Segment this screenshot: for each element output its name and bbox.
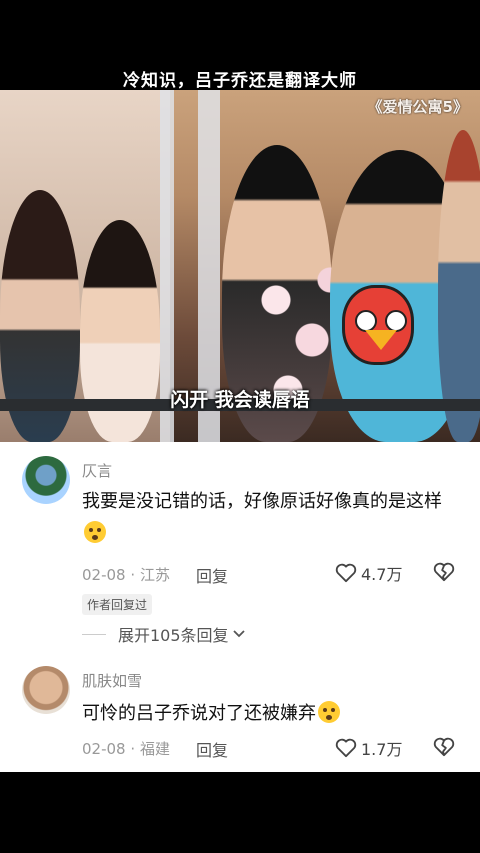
avatar[interactable] [22,666,70,714]
comment-date: 02-08 [82,566,126,584]
comment-meta: 02-08 · 江苏 [82,564,170,585]
video-title: 冷知识，吕子乔还是翻译大师 [123,71,357,91]
comment-location: 江苏 [139,566,170,584]
expand-replies-button[interactable]: 展开105条回复 [82,622,246,646]
comment-location: 福建 [139,740,170,758]
comment-meta: 02-08 · 福建 [82,738,170,759]
divider [82,633,106,635]
reply-button[interactable]: 回复 [196,737,228,761]
author-replied-badge: 作者回复过 [82,594,153,615]
bottom-bar [0,772,480,853]
comment-text-body: 我要是没记错的话，好像原话好像真的是这样 [82,491,442,512]
comment-section: 仄言 我要是没记错的话，好像原话好像真的是这样 02-08 · 江苏 回复 4.… [0,442,480,772]
meta-separator: · [130,566,136,584]
comment-username[interactable]: 肌肤如雪 [82,670,142,691]
comment-text-body: 可怜的吕子乔说对了还被嫌弃 [82,703,316,724]
chevron-down-icon [232,630,245,638]
broken-heart-icon[interactable] [433,737,455,757]
video-subtitle: 闪开 我会读唇语 [170,389,310,411]
comment-text: 我要是没记错的话，好像原话好像真的是这样 [82,486,452,550]
angry-bird-shirt-print [342,285,414,365]
heart-icon [335,738,357,758]
expand-replies-label: 展开105条回复 [118,626,229,645]
reply-button[interactable]: 回复 [196,563,228,587]
top-bar: 冷知识，吕子乔还是翻译大师 [0,0,480,91]
comment-text: 可怜的吕子乔说对了还被嫌弃 [82,698,452,730]
like-count: 4.7万 [361,565,403,584]
like-count: 1.7万 [361,740,403,759]
rofl-face-icon [318,701,340,723]
comment-username[interactable]: 仄言 [82,460,112,481]
astonished-face-icon [84,521,106,543]
video-frame[interactable]: 《爱情公寓5》 闪开 我会读唇语 [0,90,480,442]
show-watermark: 《爱情公寓5》 [367,98,468,116]
meta-separator: · [130,740,136,758]
avatar[interactable] [22,456,70,504]
bird-beak [365,330,397,350]
broken-heart-icon[interactable] [433,562,455,582]
like-button[interactable]: 1.7万 [335,736,402,760]
comment-date: 02-08 [82,740,126,758]
heart-icon [335,563,357,583]
like-button[interactable]: 4.7万 [335,561,402,585]
